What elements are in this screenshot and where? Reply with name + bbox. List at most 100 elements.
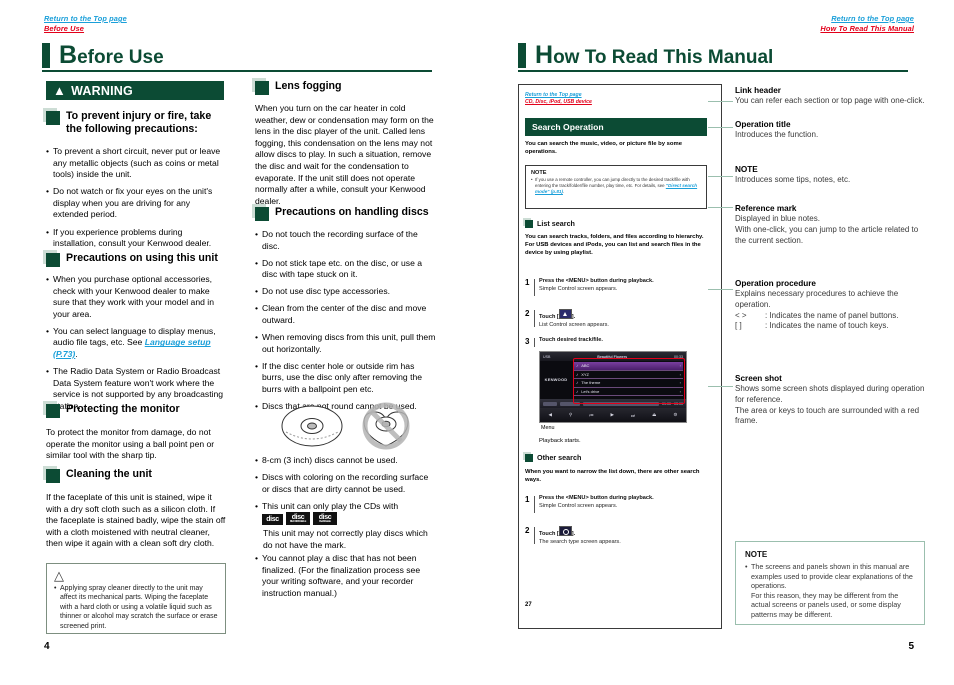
prevent-injury-bullets: • To prevent a short circuit, never put o… bbox=[46, 146, 226, 255]
bullet-dot-icon: • bbox=[46, 274, 50, 284]
list-item: • Do not stick tape etc. on the disc, or … bbox=[255, 258, 437, 281]
play-icon[interactable]: ▶ bbox=[610, 412, 614, 418]
red-highlight-frame bbox=[573, 358, 685, 404]
annotation-extra-2: [ ]: Indicates the name of touch keys. bbox=[735, 321, 925, 332]
annotation-body: Explains necessary procedures to achieve… bbox=[735, 289, 899, 309]
eject-icon[interactable]: ⏏ bbox=[652, 412, 656, 418]
list-item-text: Clean from the center of the disc and mo… bbox=[262, 303, 427, 326]
step-bold-text: Press the <MENU> button during playback. bbox=[539, 278, 654, 284]
leader-line bbox=[708, 207, 733, 209]
step-number: 3 bbox=[525, 337, 530, 346]
list-item-text: When removing discs from this unit, pull… bbox=[262, 332, 436, 354]
section-link[interactable]: How To Read This Manual bbox=[820, 24, 914, 34]
precautions-using-unit-bullets: • When you purchase optional accessories,… bbox=[46, 274, 226, 418]
leader-line bbox=[708, 386, 733, 388]
caution-text: Applying spray cleaner directly to the u… bbox=[60, 585, 218, 630]
device-key-bar[interactable]: ◀ ⚲ ⏮ ▶ ⏭ ⏏ ⚙ bbox=[540, 408, 686, 422]
step-bold-pre: Touch [ bbox=[539, 531, 559, 537]
annotation-body: Introduces the function. bbox=[735, 130, 819, 139]
lens-fogging-body: When you turn on the car heater in cold … bbox=[255, 103, 434, 206]
heading-text: Precautions on using this unit bbox=[66, 252, 218, 264]
back-icon[interactable]: ◀ bbox=[548, 412, 552, 418]
heading-text: Cleaning the unit bbox=[66, 468, 152, 480]
sample-list-body: You can search tracks, folders, and file… bbox=[525, 234, 704, 256]
cd-logo-marks: disc disc RECORDABLE disc ReWritable bbox=[262, 512, 337, 525]
return-to-top-link[interactable]: Return to the Top page bbox=[820, 14, 914, 24]
heading-text: List search bbox=[537, 219, 575, 228]
repeat-icon[interactable] bbox=[543, 401, 557, 406]
step-bold-pre: Touch [ bbox=[539, 314, 559, 320]
bullet-dot-icon: • bbox=[255, 286, 259, 297]
list-item-text: Do not watch or fix your eyes on the uni… bbox=[53, 186, 213, 220]
step-content: Touch []. The search type screen appears… bbox=[539, 526, 621, 546]
heading-block-icon bbox=[46, 404, 60, 418]
list-item-text: To prevent a short circuit, never put or… bbox=[53, 146, 221, 180]
chapter-rule bbox=[518, 70, 908, 72]
return-to-top-link[interactable]: Return to the Top page bbox=[44, 14, 127, 24]
sample-link-header[interactable]: Return to the Top page CD, Disc, iPod, U… bbox=[525, 92, 592, 106]
heading-prevent-injury: To prevent injury or fire, take the foll… bbox=[46, 110, 224, 136]
cd-logo-subtext: ReWritable bbox=[319, 519, 331, 523]
bullet-dot-icon: • bbox=[46, 186, 50, 197]
annotation-operation-procedure: Operation procedure Explains necessary p… bbox=[735, 278, 925, 332]
sample-other-step-2: 2 Touch []. The search type screen appea… bbox=[525, 526, 707, 546]
warning-triangle-icon: ▲ bbox=[53, 83, 67, 98]
section-link[interactable]: Before Use bbox=[44, 24, 127, 34]
sample-return-to-top-link[interactable]: Return to the Top page bbox=[525, 92, 592, 99]
chapter-rule bbox=[42, 70, 432, 72]
leader-line bbox=[708, 289, 733, 291]
note-text: The screens and panels shown in this man… bbox=[751, 562, 913, 619]
annotation-title: Operation procedure bbox=[735, 279, 816, 288]
heading-cleaning-unit: Cleaning the unit bbox=[46, 468, 226, 483]
step-bold-post: ]. bbox=[571, 314, 576, 320]
list-item: • You cannot play a disc that has not bee… bbox=[255, 553, 437, 599]
leader-line bbox=[708, 101, 733, 103]
list-item-text: If you experience problems during instal… bbox=[53, 226, 212, 249]
chapter-title-text: How To Read This Manual bbox=[535, 43, 773, 70]
bullet-dot-icon: • bbox=[255, 229, 259, 239]
handling-discs-bullets-2: • 8-cm (3 inch) discs cannot be used. • Di… bbox=[255, 455, 437, 518]
search-key-icon[interactable] bbox=[558, 526, 572, 536]
list-item: • When removing discs from this unit, pul… bbox=[255, 332, 437, 355]
bullet-dot-icon: • bbox=[255, 332, 259, 343]
list-item: • Discs with coloring on the recording su… bbox=[255, 472, 437, 495]
step-content: Press the <MENU> button during playback.… bbox=[539, 495, 654, 514]
next-icon[interactable]: ⏭ bbox=[631, 413, 635, 418]
list-item-text: Do not use disc type accessories. bbox=[262, 286, 391, 297]
bullet-dot-icon: • bbox=[255, 553, 259, 563]
heading-text: Other search bbox=[537, 453, 582, 462]
annotation-title: Screen shot bbox=[735, 374, 782, 383]
annotation-body: You can refer each section or top page w… bbox=[735, 96, 925, 105]
sample-operation-title: Search Operation bbox=[525, 118, 707, 136]
list-item-text: You cannot play a disc that has not been… bbox=[262, 553, 421, 598]
left-link-header[interactable]: Return to the Top page Before Use bbox=[44, 14, 127, 34]
list-item-text: When you purchase optional accessories, … bbox=[53, 274, 214, 319]
right-link-header[interactable]: Return to the Top page How To Read This … bbox=[820, 14, 914, 34]
step-rule bbox=[534, 279, 535, 296]
list-key-icon[interactable] bbox=[558, 309, 572, 319]
heading-block-icon bbox=[525, 454, 533, 462]
protecting-monitor-body: To protect the monitor from damage, do n… bbox=[46, 427, 215, 461]
annotation-title: Link header bbox=[735, 86, 781, 95]
heading-block-icon bbox=[525, 220, 533, 228]
note-item: • If you use a remote controller, you can… bbox=[531, 177, 701, 196]
note-label: NOTE bbox=[745, 550, 768, 559]
step-rule bbox=[534, 527, 535, 544]
round-disc-icon bbox=[281, 405, 343, 447]
annotation-operation-title: Operation title Introduces the function. bbox=[735, 119, 925, 141]
heading-text: Protecting the monitor bbox=[66, 403, 180, 415]
caution-item: • Applying spray cleaner directly to the … bbox=[54, 584, 218, 631]
bullet-dot-icon: • bbox=[255, 455, 259, 465]
bullet-dot-icon: • bbox=[46, 146, 50, 156]
bullet-dot-icon: • bbox=[255, 257, 259, 268]
bullet-dot-icon: • bbox=[46, 325, 50, 336]
caution-box: △ • Applying spray cleaner directly to th… bbox=[46, 563, 226, 634]
sample-heading-other-search: Other search bbox=[525, 453, 707, 462]
step-rule bbox=[534, 496, 535, 513]
settings-icon[interactable]: ⚙ bbox=[673, 412, 677, 418]
list-item: • To prevent a short circuit, never put o… bbox=[46, 146, 226, 181]
sample-section-link[interactable]: CD, Disc, iPod, USB device bbox=[525, 99, 592, 106]
search-icon[interactable]: ⚲ bbox=[569, 412, 572, 418]
device-source-label: USB bbox=[543, 354, 551, 359]
previous-icon[interactable]: ⏮ bbox=[589, 413, 593, 418]
